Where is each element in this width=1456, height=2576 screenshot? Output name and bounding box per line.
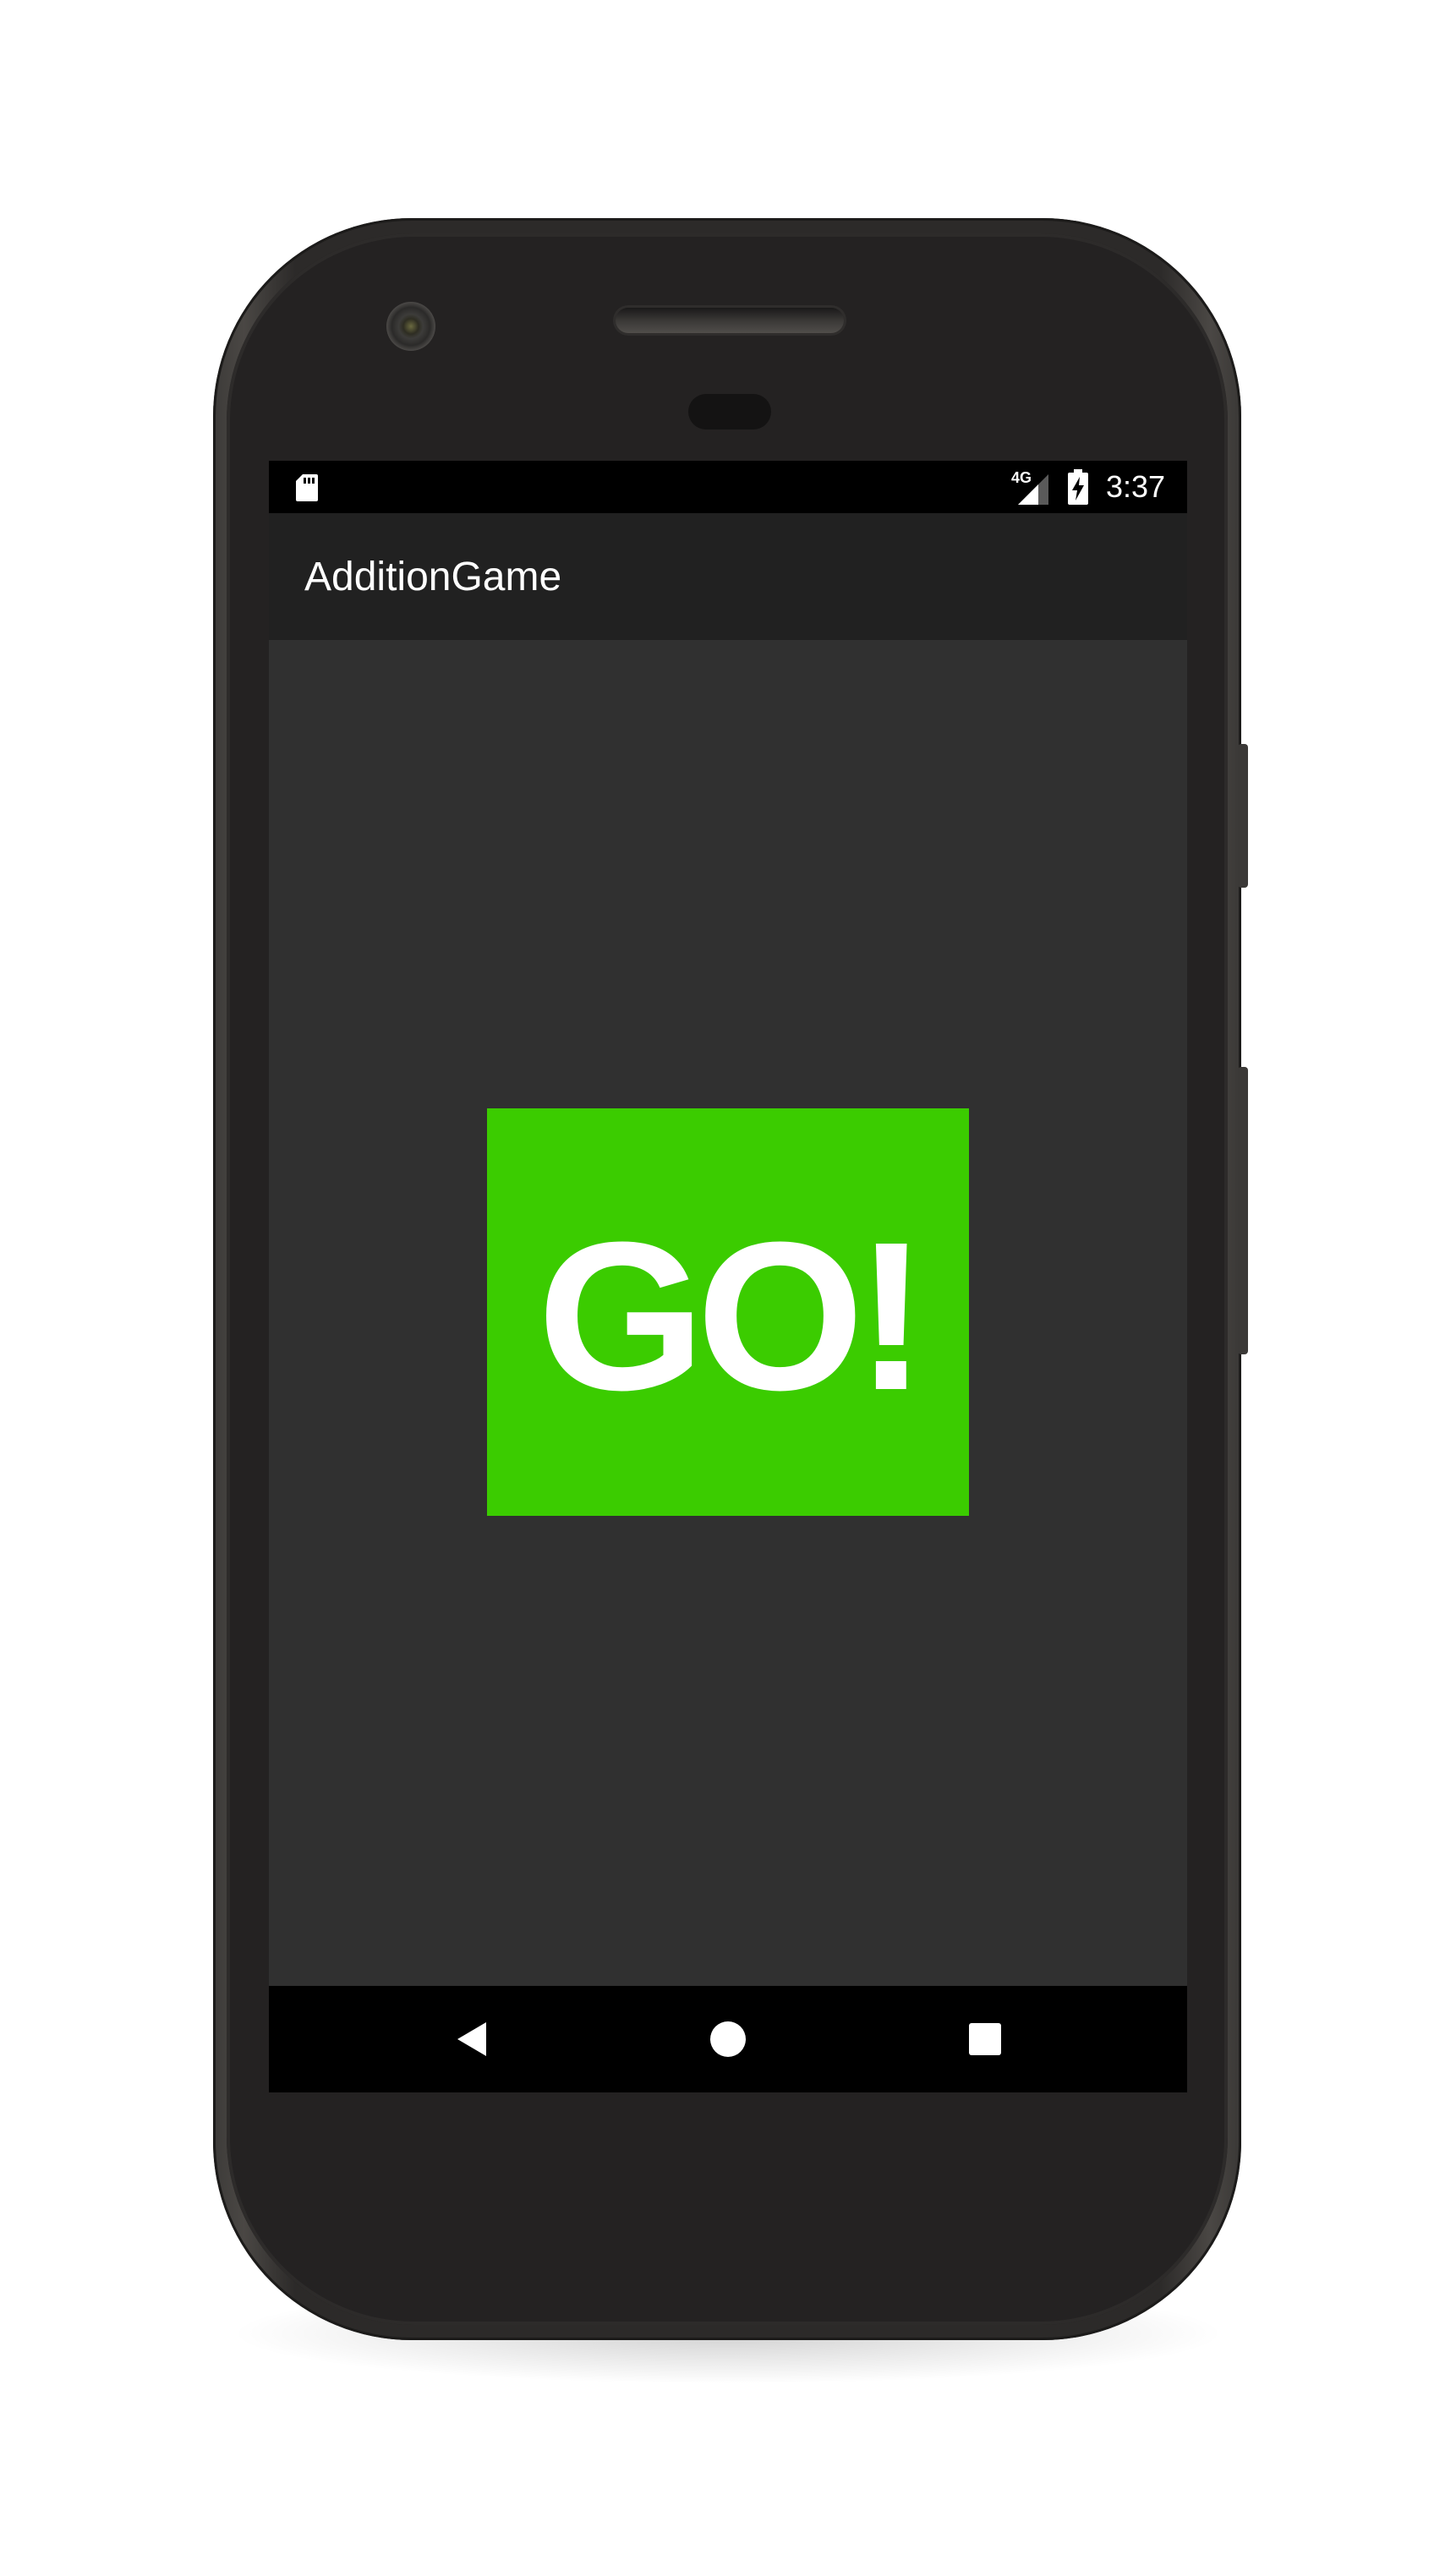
device-screen: 4G 3:37 AdditionGame GO! <box>269 461 1187 2092</box>
status-clock: 3:37 <box>1106 469 1166 504</box>
volume-button <box>1238 1067 1248 1354</box>
proximity-sensor <box>688 394 771 429</box>
go-button[interactable]: GO! <box>487 1108 969 1516</box>
battery-charging-icon <box>1068 469 1088 505</box>
back-icon <box>457 2022 486 2056</box>
app-title: AdditionGame <box>304 555 562 599</box>
go-button-label: GO! <box>537 1198 927 1434</box>
home-icon <box>710 2021 746 2057</box>
recents-button[interactable] <box>955 2010 1015 2069</box>
app-bar: AdditionGame <box>269 513 1187 640</box>
earpiece-speaker <box>616 308 844 333</box>
front-camera-icon <box>386 302 435 351</box>
navigation-bar <box>269 1986 1187 2092</box>
power-button <box>1238 744 1248 888</box>
back-button[interactable] <box>443 2010 502 2069</box>
sd-card-icon <box>296 474 318 501</box>
recents-icon <box>969 2023 1001 2055</box>
home-button[interactable] <box>698 2010 758 2069</box>
status-bar: 4G 3:37 <box>269 461 1187 513</box>
signal-icon <box>1018 474 1048 505</box>
